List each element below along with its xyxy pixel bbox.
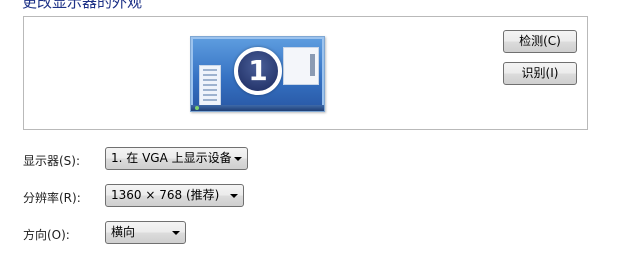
chevron-down-icon — [234, 157, 242, 161]
monitor-number-badge: 1 — [234, 47, 282, 95]
monitor-1-thumbnail[interactable]: 1 — [190, 36, 325, 112]
start-orb-icon — [195, 106, 199, 110]
orientation-select-value: 横向 — [111, 225, 136, 239]
chevron-down-icon — [172, 231, 180, 235]
display-select-value: 1. 在 VGA 上显示设备 — [111, 151, 232, 165]
identify-button[interactable]: 识别(I) — [503, 62, 577, 85]
window-thumbnail-icon — [283, 47, 319, 85]
chevron-down-icon — [230, 194, 238, 198]
resolution-select[interactable]: 1360 × 768 (推荐) — [105, 184, 244, 207]
taskbar-icon — [191, 105, 324, 111]
detect-button[interactable]: 检测(C) — [503, 30, 577, 53]
orientation-label: 方向(O): — [23, 228, 70, 242]
window-thumbnail-icon — [199, 65, 221, 109]
resolution-select-value: 1360 × 768 (推荐) — [111, 188, 220, 202]
display-select[interactable]: 1. 在 VGA 上显示设备 — [105, 147, 248, 170]
page-title: 更改显示器的外观 — [22, 0, 143, 11]
orientation-select[interactable]: 横向 — [105, 221, 186, 244]
resolution-label: 分辨率(R): — [23, 191, 81, 205]
display-label: 显示器(S): — [23, 154, 81, 168]
